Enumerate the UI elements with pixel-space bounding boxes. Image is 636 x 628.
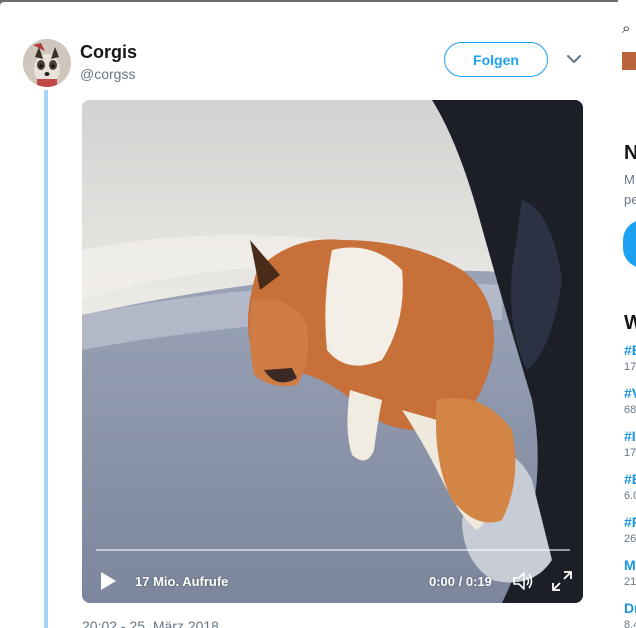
corgi-avatar-image bbox=[23, 39, 71, 87]
tweet-modal: Corgis @corgss Folgen 17 Mio. Aufrufe 0:… bbox=[0, 2, 622, 628]
sidebar-peek-text: W bbox=[624, 312, 636, 334]
video-time-display: 0:00 / 0:19 bbox=[429, 574, 492, 589]
fullscreen-icon[interactable] bbox=[551, 570, 573, 592]
sidebar-peek-text: N bbox=[624, 142, 636, 164]
sidebar-peek-text: M bbox=[624, 172, 635, 187]
video-frame bbox=[82, 100, 583, 603]
video-view-count: 17 Mio. Aufrufe bbox=[135, 574, 229, 589]
video-player[interactable]: 17 Mio. Aufrufe 0:00 / 0:19 bbox=[82, 100, 583, 603]
trend-hashtag[interactable]: M bbox=[624, 557, 636, 573]
volume-icon[interactable] bbox=[512, 570, 534, 592]
trend-count: 17 bbox=[624, 361, 636, 373]
trend-hashtag[interactable]: #V bbox=[624, 385, 636, 401]
trend-hashtag[interactable]: #F bbox=[624, 514, 636, 530]
trend-hashtag[interactable]: Dr bbox=[624, 600, 636, 616]
follow-button[interactable]: Folgen bbox=[444, 42, 548, 77]
trend-count: 8.4 bbox=[624, 619, 636, 628]
video-progress-bar[interactable] bbox=[96, 549, 570, 551]
author-handle[interactable]: @corgss bbox=[80, 66, 135, 82]
avatar[interactable] bbox=[23, 39, 71, 87]
trend-hashtag[interactable]: #E bbox=[624, 342, 636, 358]
sidebar-peek-text: pe bbox=[624, 192, 636, 207]
trend-count: 26 bbox=[624, 533, 636, 545]
search-icon[interactable]: ⌕ bbox=[622, 20, 630, 37]
trend-count: 6.0 bbox=[624, 490, 636, 502]
tweet-timestamp[interactable]: 20:02 - 25. März 2018 bbox=[82, 618, 219, 628]
author-name[interactable]: Corgis bbox=[80, 42, 137, 63]
trend-hashtag[interactable]: #E bbox=[624, 471, 636, 487]
trend-count: 21 bbox=[624, 576, 636, 588]
trend-hashtag[interactable]: #I bbox=[624, 428, 636, 444]
background-avatar-fragment bbox=[623, 220, 636, 268]
trend-count: 68 bbox=[624, 404, 636, 416]
chevron-down-icon[interactable] bbox=[566, 51, 582, 67]
play-icon[interactable] bbox=[97, 570, 119, 592]
trend-count: 17 bbox=[624, 447, 636, 459]
thread-line bbox=[44, 90, 48, 628]
